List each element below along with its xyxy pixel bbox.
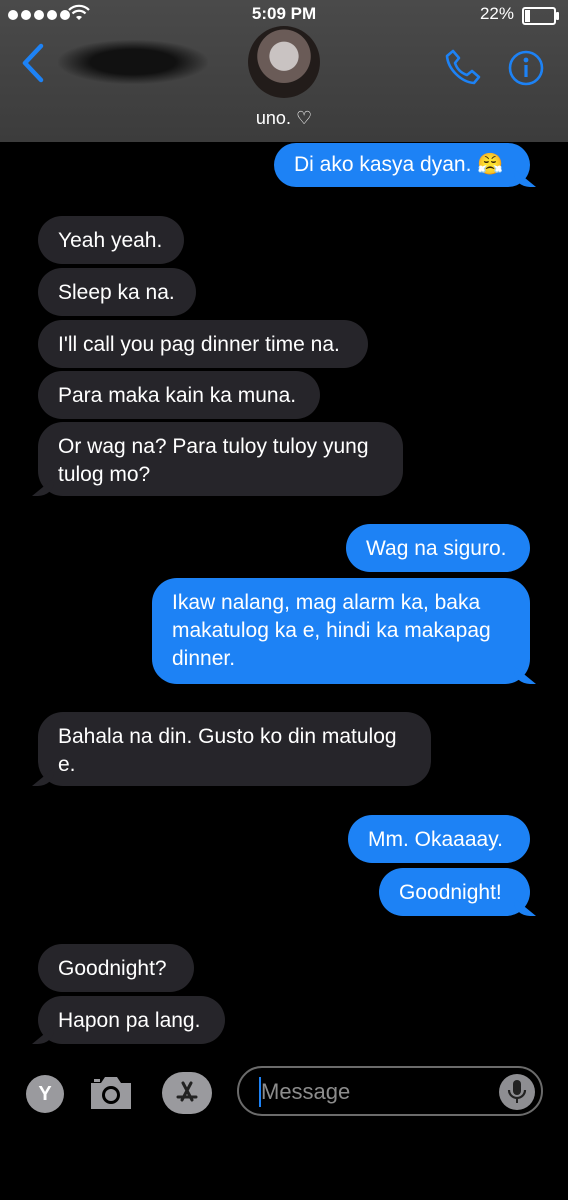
microphone-icon [507, 1080, 527, 1103]
contact-name[interactable]: uno. ♡ [0, 108, 568, 129]
message-incoming[interactable]: Hapon pa lang. [38, 996, 225, 1044]
message-incoming[interactable]: Goodnight? [38, 944, 194, 992]
message-outgoing[interactable]: Mm. Okaaaay. [348, 815, 530, 863]
keyboard-switch-button[interactable]: Y [26, 1075, 64, 1113]
app-store-button[interactable] [162, 1072, 212, 1114]
message-incoming[interactable]: Sleep ka na. [38, 268, 196, 316]
message-incoming[interactable]: Yeah yeah. [38, 216, 184, 264]
message-incoming[interactable]: Para maka kain ka muna. [38, 371, 320, 419]
message-outgoing[interactable]: Di ako kasya dyan. 😤 [274, 143, 530, 187]
message-incoming[interactable]: Or wag na? Para tuloy tuloy yung tulog m… [38, 422, 403, 496]
microphone-button[interactable] [499, 1074, 535, 1110]
conversation-header: 5:09 PM 22% uno. ♡ [0, 0, 568, 142]
keyboard-letter: Y [38, 1082, 52, 1105]
message-outgoing[interactable]: Goodnight! [379, 868, 530, 916]
phone-icon[interactable] [444, 48, 482, 86]
battery-percentage: 22% [479, 4, 514, 23]
battery-icon [522, 7, 559, 25]
info-icon[interactable] [508, 50, 544, 86]
avatar[interactable] [248, 26, 320, 98]
app-store-icon [176, 1081, 198, 1102]
message-outgoing[interactable]: Wag na siguro. [346, 524, 530, 572]
message-field[interactable] [237, 1066, 543, 1116]
message-outgoing[interactable]: Ikaw nalang, mag alarm ka, baka makatulo… [152, 578, 530, 684]
message-input[interactable] [261, 1078, 491, 1106]
camera-icon[interactable] [88, 1074, 134, 1112]
message-incoming[interactable]: Bahala na din. Gusto ko din matulog e. [38, 712, 431, 786]
back-chevron-icon[interactable] [20, 42, 46, 84]
message-incoming[interactable]: I'll call you pag dinner time na. [38, 320, 368, 368]
redacted-area [58, 40, 208, 84]
